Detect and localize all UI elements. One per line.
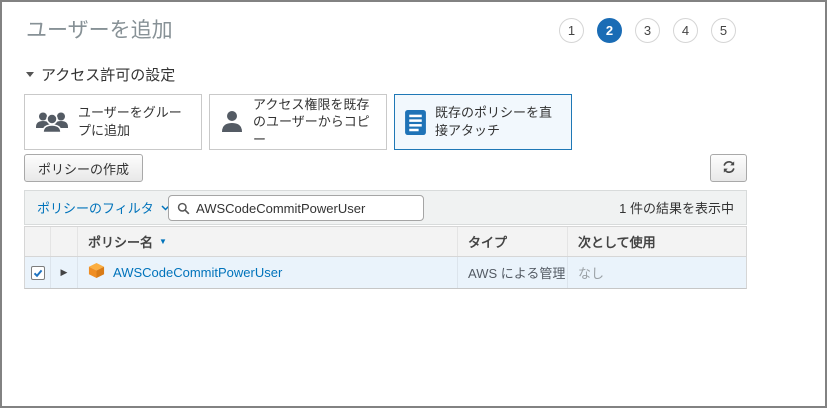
row-expand-cell: ▶ xyxy=(51,257,78,288)
step-4: 4 xyxy=(673,18,698,43)
row-checkbox-cell xyxy=(25,257,51,288)
results-count-text: 1 件の結果を表示中 xyxy=(619,201,734,216)
managed-policy-cube-icon xyxy=(88,262,105,284)
option-label: ユーザーをグループに追加 xyxy=(78,105,182,138)
header-expand-cell xyxy=(51,227,78,256)
collapse-caret-icon xyxy=(26,72,34,77)
user-group-icon xyxy=(35,111,69,133)
section-title: アクセス許可の設定 xyxy=(41,67,176,84)
option-add-user-to-group[interactable]: ユーザーをグループに追加 xyxy=(24,94,202,150)
check-icon xyxy=(33,269,42,277)
header-checkbox-cell xyxy=(25,227,51,256)
step-2-active: 2 xyxy=(597,18,622,43)
policy-search-input[interactable] xyxy=(196,200,415,216)
row-policy-name-cell: AWSCodeCommitPowerUser xyxy=(78,257,458,288)
policy-filter-bar: ポリシーのフィルタ 1 件の結果を表示中 xyxy=(24,190,747,225)
policy-filter-dropdown[interactable]: ポリシーのフィルタ xyxy=(37,198,170,217)
add-user-page: ユーザーを追加 1 2 3 4 5 アクセス許可の設定 ユーザーをグループに追加 xyxy=(0,0,827,408)
row-used-as-cell: なし xyxy=(568,257,746,288)
used-as-header-label: 次として使用 xyxy=(578,235,656,250)
policy-document-icon xyxy=(405,109,426,135)
policy-type-text: AWS による管理 xyxy=(468,266,566,281)
permission-option-cards: ユーザーをグループに追加 アクセス権限を既存のユーザーからコピー 既存のポリシー… xyxy=(24,94,572,150)
expand-row-icon[interactable]: ▶ xyxy=(61,267,68,278)
table-row: ▶ AWSCodeCommitPowerUser AWS による管理 なし xyxy=(24,257,747,289)
used-as-text: なし xyxy=(578,266,605,281)
step-1: 1 xyxy=(559,18,584,43)
sort-desc-icon: ▼ xyxy=(159,237,167,246)
option-attach-existing-policies[interactable]: 既存のポリシーを直接アタッチ xyxy=(394,94,572,150)
policies-table: ポリシー名 ▼ タイプ 次として使用 ▶ AWSCodeCommitPowerU… xyxy=(24,226,747,289)
user-icon xyxy=(220,110,244,134)
type-header-label: タイプ xyxy=(468,235,508,250)
row-checkbox-checked[interactable] xyxy=(30,265,45,280)
header-policy-name[interactable]: ポリシー名 ▼ xyxy=(78,227,458,256)
search-icon xyxy=(177,202,190,214)
refresh-button[interactable] xyxy=(710,154,747,182)
header-type: タイプ xyxy=(458,227,568,256)
header-used-as: 次として使用 xyxy=(568,227,746,256)
policy-name-header-label: ポリシー名 xyxy=(88,235,154,250)
policy-search-box xyxy=(168,195,424,221)
step-3: 3 xyxy=(635,18,660,43)
step-5: 5 xyxy=(711,18,736,43)
option-label: 既存のポリシーを直接アタッチ xyxy=(435,105,553,138)
permissions-section-header[interactable]: アクセス許可の設定 xyxy=(26,64,175,85)
step-indicator: 1 2 3 4 5 xyxy=(559,18,736,43)
option-copy-permissions[interactable]: アクセス権限を既存のユーザーからコピー xyxy=(209,94,387,150)
create-policy-button[interactable]: ポリシーの作成 xyxy=(24,154,144,182)
page-title: ユーザーを追加 xyxy=(26,19,173,42)
policy-name-link[interactable]: AWSCodeCommitPowerUser xyxy=(113,265,282,280)
table-header-row: ポリシー名 ▼ タイプ 次として使用 xyxy=(24,226,747,257)
row-type-cell: AWS による管理 xyxy=(458,257,568,288)
option-label: アクセス権限を既存のユーザーからコピー xyxy=(253,96,370,147)
policy-filter-label: ポリシーのフィルタ xyxy=(37,201,154,216)
refresh-icon xyxy=(722,160,736,177)
